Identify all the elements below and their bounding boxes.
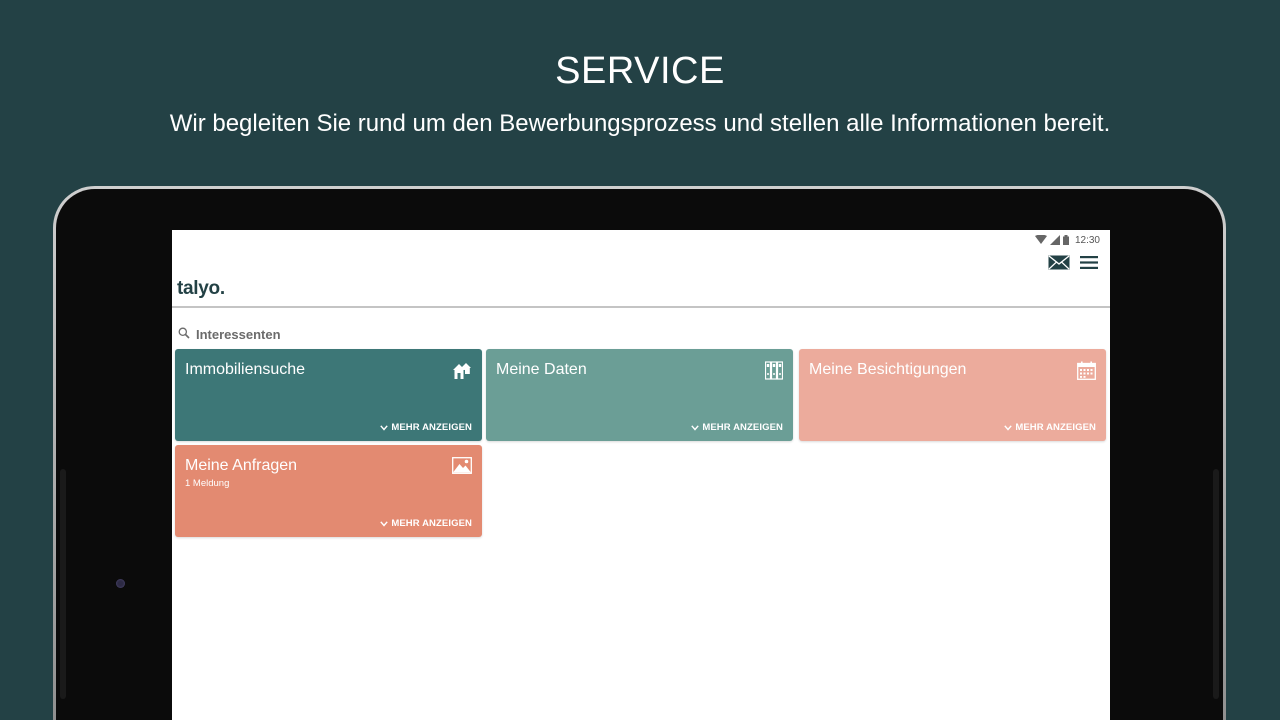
- app-header: talyo.: [172, 248, 1110, 308]
- binders-icon: [764, 361, 784, 385]
- tile-title: Immobiliensuche: [185, 361, 306, 378]
- menu-icon[interactable]: [1080, 255, 1098, 275]
- status-bar: 12:30: [1034, 233, 1100, 247]
- battery-icon: [1062, 235, 1069, 245]
- show-more-link[interactable]: MEHR ANZEIGEN: [1004, 422, 1096, 433]
- show-more-link[interactable]: MEHR ANZEIGEN: [380, 422, 472, 433]
- show-more-link[interactable]: MEHR ANZEIGEN: [380, 518, 472, 529]
- section-header: Interessenten: [178, 327, 281, 342]
- promo-title: SERVICE: [555, 50, 725, 92]
- show-more-link[interactable]: MEHR ANZEIGEN: [691, 422, 783, 433]
- search-icon: [178, 327, 190, 342]
- show-more-label: MEHR ANZEIGEN: [391, 518, 472, 529]
- promo-subtitle: Wir begleiten Sie rund um den Bewerbungs…: [169, 110, 1111, 137]
- wifi-icon: [1034, 235, 1047, 245]
- tile-meine-besichtigungen[interactable]: Meine Besichtigungen MEHR ANZEIGEN: [799, 349, 1106, 441]
- chevron-down-icon: [691, 424, 700, 431]
- tablet-side-button-right: [1213, 469, 1219, 699]
- app-logo[interactable]: talyo.: [177, 278, 225, 300]
- tile-title: Meine Besichtigungen: [809, 361, 967, 378]
- chevron-down-icon: [380, 424, 389, 431]
- tablet-camera: [116, 579, 125, 588]
- show-more-label: MEHR ANZEIGEN: [391, 422, 472, 433]
- show-more-label: MEHR ANZEIGEN: [1015, 422, 1096, 433]
- section-label: Interessenten: [196, 327, 281, 342]
- tile-meine-daten[interactable]: Meine Daten MEHR ANZEIGEN: [486, 349, 793, 441]
- chevron-down-icon: [1004, 424, 1013, 431]
- tile-notification-count: 1 Meldung: [185, 478, 230, 489]
- tile-title: Meine Anfragen: [185, 457, 298, 474]
- tile-meine-anfragen[interactable]: Meine Anfragen 1 Meldung MEHR ANZEIGEN: [175, 445, 482, 537]
- tablet-screen: 12:30 talyo. Interessenten Immobiliensuc…: [172, 230, 1110, 720]
- calendar-icon: [1077, 361, 1096, 385]
- houses-icon: [452, 361, 472, 386]
- mail-icon[interactable]: [1048, 255, 1070, 275]
- chevron-down-icon: [380, 520, 389, 527]
- signal-icon: [1049, 235, 1060, 245]
- tile-title: Meine Daten: [496, 361, 587, 378]
- tablet-side-button-left: [60, 469, 66, 699]
- status-time: 12:30: [1074, 234, 1100, 246]
- show-more-label: MEHR ANZEIGEN: [702, 422, 783, 433]
- envelope-image-icon: [452, 457, 472, 479]
- tile-immobiliensuche[interactable]: Immobiliensuche MEHR ANZEIGEN: [175, 349, 482, 441]
